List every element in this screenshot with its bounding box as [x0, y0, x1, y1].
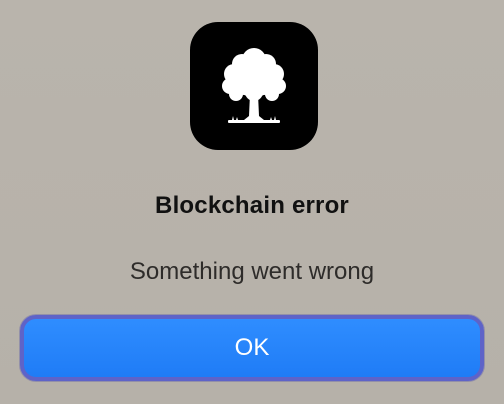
dialog-message: Something went wrong	[129, 258, 375, 285]
ok-button[interactable]: OK	[20, 315, 484, 381]
app-icon	[190, 22, 318, 150]
dialog-title: Blockchain error	[155, 192, 349, 219]
alert-dialog: Blockchain error Something went wrong OK	[0, 0, 504, 404]
tree-icon	[222, 48, 286, 123]
